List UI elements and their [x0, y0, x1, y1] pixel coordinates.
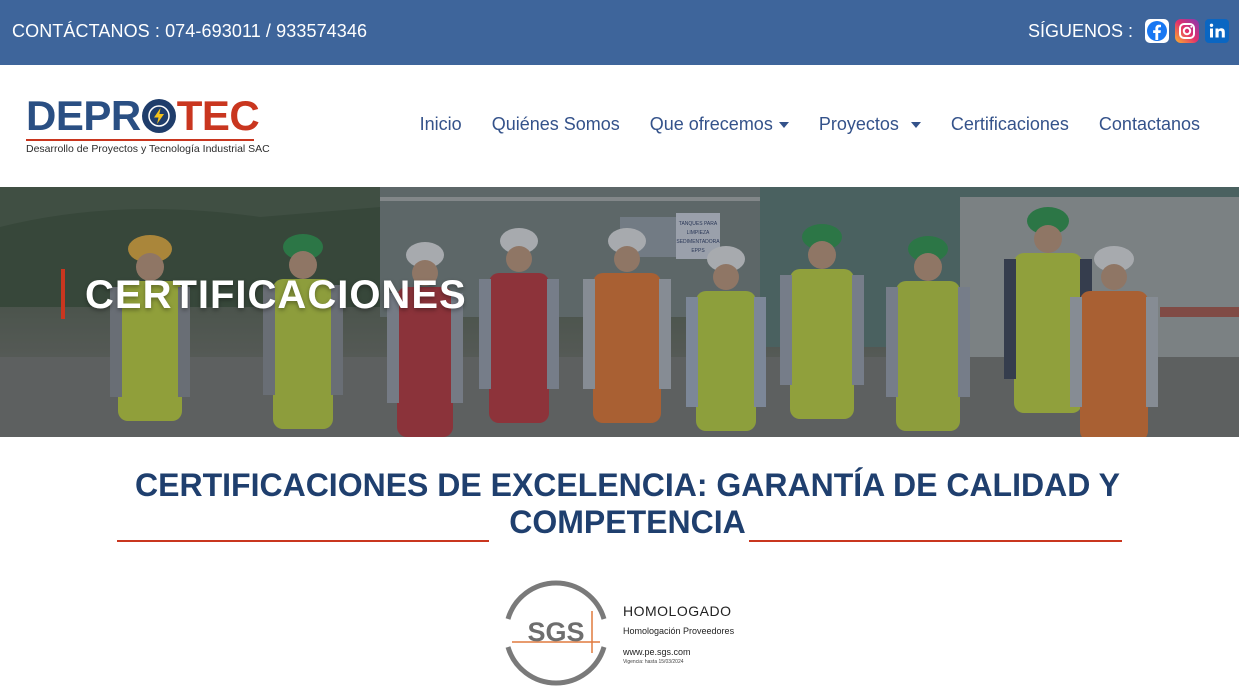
- nav-label: Contactanos: [1098, 114, 1200, 134]
- certificate-website: www.pe.sgs.com: [623, 647, 691, 657]
- contact-phone-text: CONTÁCTANOS : 074-693011 / 933574346: [12, 21, 368, 41]
- nav-item-certificaciones[interactable]: Certificaciones: [951, 114, 1069, 135]
- site-header: DEPR TEC Desarrollo de Proyectos y Tecno…: [0, 65, 1239, 187]
- hero-title: CERTIFICACIONES: [85, 273, 467, 317]
- title-rule-left: [117, 540, 489, 542]
- nav-label: Certificaciones: [950, 114, 1069, 134]
- sgs-certificate-badge: SGS HOMOLOGADO Homologación Proveedores …: [500, 575, 750, 687]
- nav-item-proyectos[interactable]: Proyectos: [819, 114, 921, 135]
- hero-title-accent: [61, 269, 65, 319]
- nav-label: Proyectos: [818, 114, 899, 134]
- sgs-logo-text: SGS: [527, 617, 584, 647]
- top-contact-bar: CONTÁCTANOS : 074-693011 / 933574346 SÍG…: [0, 0, 1239, 65]
- logo-name-part1: DEPR: [26, 92, 141, 139]
- nav-item-quienes-somos[interactable]: Quiénes Somos: [492, 114, 620, 135]
- nav-item-contactanos[interactable]: Contactanos: [1099, 114, 1200, 135]
- brand-logo[interactable]: DEPR TEC Desarrollo de Proyectos y Tecno…: [26, 95, 270, 159]
- logo-tagline: Desarrollo de Proyectos y Tecnología Ind…: [26, 143, 270, 155]
- nav-label: Inicio: [419, 114, 462, 134]
- lightning-bolt-icon: [141, 99, 176, 133]
- follow-label: SÍGUENOS :: [1027, 20, 1133, 41]
- nav-label: Que ofrecemos: [649, 114, 773, 134]
- linkedin-icon[interactable]: [1205, 19, 1229, 43]
- logo-underline: [26, 139, 254, 141]
- social-follow: SÍGUENOS :: [1028, 19, 1229, 43]
- sgs-logo: SGS: [505, 580, 607, 686]
- nav-item-inicio[interactable]: Inicio: [420, 114, 462, 135]
- section-title: CERTIFICACIONES DE EXCELENCIA: GARANTÍA …: [135, 467, 1120, 540]
- caret-down-icon: [778, 121, 789, 128]
- nav-item-que-ofrecemos[interactable]: Que ofrecemos: [650, 114, 789, 135]
- nav-label: Quiénes Somos: [491, 114, 620, 134]
- certificate-subtitle: Homologación Proveedores: [623, 626, 735, 636]
- facebook-icon[interactable]: [1145, 19, 1169, 43]
- title-rule-right: [749, 540, 1122, 542]
- main-nav: Inicio Quiénes Somos Que ofrecemos Proye…: [390, 114, 1200, 135]
- caret-down-icon: [910, 121, 921, 128]
- logo-name-part2: TEC: [176, 92, 260, 139]
- logo-wordmark: DEPR TEC: [26, 95, 266, 137]
- certificate-validity: Vigencia: hasta 15/03/2024: [623, 659, 684, 665]
- instagram-icon[interactable]: [1175, 19, 1199, 43]
- hero-banner: TANQUES PARA LIMPIEZA SEDIMENTADORA EPPS…: [0, 187, 1239, 437]
- certificate-status: HOMOLOGADO: [623, 603, 732, 619]
